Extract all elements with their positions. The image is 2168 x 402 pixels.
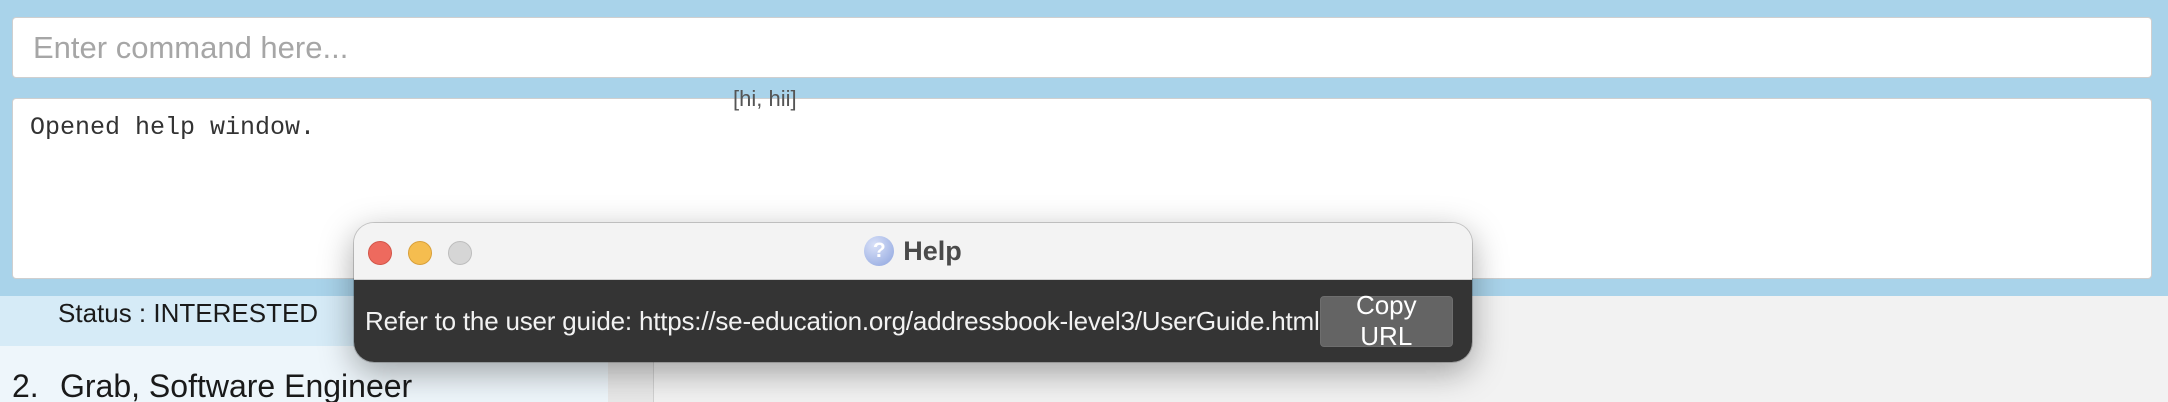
command-box[interactable] <box>12 17 2152 78</box>
window-title: ? Help <box>864 236 962 267</box>
question-mark-icon: ? <box>864 236 895 266</box>
minimize-window-button[interactable] <box>408 241 432 265</box>
help-message: Refer to the user guide: https://se-educ… <box>365 305 1320 336</box>
list-item-index: 2. <box>12 368 39 402</box>
help-body: Refer to the user guide: https://se-educ… <box>354 280 1472 362</box>
detail-tags: [hi, hii] <box>733 86 797 111</box>
close-window-button[interactable] <box>368 241 392 265</box>
command-input[interactable] <box>33 29 2131 66</box>
title-bar[interactable]: ? Help <box>354 223 1472 280</box>
result-text: Opened help window. <box>30 113 316 142</box>
status-label: Status : INTERESTED <box>58 298 319 328</box>
help-window: ? Help Refer to the user guide: https://… <box>354 223 1472 362</box>
list-item-title: Grab, Software Engineer <box>60 368 413 402</box>
copy-url-button[interactable]: Copy URL <box>1319 290 1453 351</box>
list-item[interactable]: 2. Grab, Software Engineer <box>12 368 412 402</box>
window-title-text: Help <box>903 235 962 266</box>
zoom-window-button[interactable] <box>448 241 472 265</box>
